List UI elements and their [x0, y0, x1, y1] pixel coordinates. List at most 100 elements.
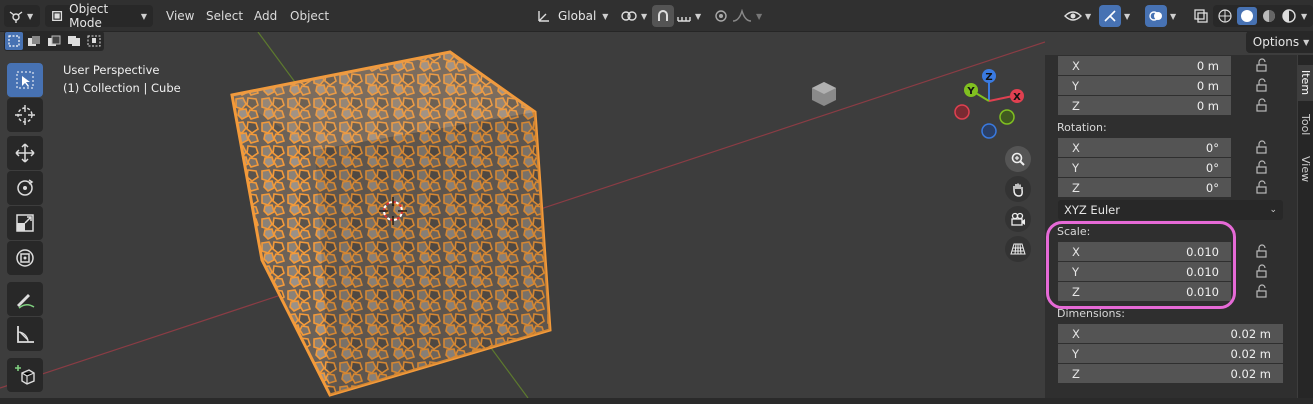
lock-scale-z-icon[interactable] — [1255, 284, 1269, 298]
chevron-down-icon[interactable]: ▼ — [1301, 12, 1307, 21]
rotate-icon — [17, 179, 34, 196]
rotation-z-field[interactable]: Z 0° — [1058, 178, 1231, 197]
mode-selector[interactable]: Object Mode ▼ — [45, 2, 153, 30]
tab-tool[interactable]: Tool — [1298, 107, 1313, 143]
add-cube-tool[interactable] — [7, 358, 43, 392]
chevron-down-icon: ▼ — [1303, 37, 1310, 47]
axis-label: Y — [1072, 346, 1080, 361]
lock-rotation-y-icon[interactable] — [1255, 160, 1269, 174]
select-box-icon — [16, 71, 34, 89]
field-value: 0° — [1205, 180, 1219, 195]
location-y-field[interactable]: Y 0 m — [1058, 76, 1231, 95]
lock-scale-y-icon[interactable] — [1255, 264, 1269, 278]
chevron-down-icon[interactable]: ▼ — [1170, 5, 1176, 27]
zoom-button[interactable] — [1005, 146, 1031, 172]
camera-icon — [1011, 212, 1025, 226]
chevron-down-icon: ▼ — [1085, 11, 1092, 21]
measure-icon — [17, 326, 34, 343]
rotation-section-label: Rotation: — [1057, 121, 1107, 134]
measure-tool[interactable] — [7, 317, 43, 351]
lock-rotation-x-icon[interactable] — [1255, 140, 1269, 154]
lock-location-z-icon[interactable] — [1255, 98, 1269, 112]
field-value: 0.02 m — [1230, 326, 1271, 341]
select-box-tool[interactable] — [7, 63, 43, 97]
menu-select[interactable]: Select — [200, 5, 249, 27]
select-intersect-button[interactable] — [85, 32, 103, 50]
axis-label: X — [1072, 140, 1080, 155]
select-new-button[interactable] — [5, 32, 23, 50]
dimensions-section-label: Dimensions: — [1057, 307, 1125, 320]
scale-tool[interactable] — [7, 206, 43, 240]
select-intersect-icon — [87, 35, 101, 47]
axis-label: Z — [1072, 366, 1080, 381]
dimensions-y-field[interactable]: Y 0.02 m — [1058, 344, 1283, 363]
select-new-icon — [8, 35, 20, 47]
visibility-selector[interactable]: ▼ — [1064, 5, 1091, 27]
chevron-down-icon[interactable]: ▼ — [1124, 5, 1130, 27]
rotation-x-field[interactable]: X 0° — [1058, 138, 1231, 157]
menu-view[interactable]: View — [160, 5, 200, 27]
selected-cube-mesh[interactable] — [230, 50, 552, 397]
chevron-down-icon: ▼ — [27, 11, 34, 21]
proportional-editing[interactable]: ▼ — [714, 5, 762, 27]
tab-item[interactable]: Item — [1298, 65, 1313, 101]
transform-icon — [16, 249, 34, 267]
pan-button[interactable] — [1005, 176, 1031, 202]
move-tool[interactable] — [7, 136, 43, 170]
pivot-point-selector[interactable]: ▼ — [620, 5, 647, 27]
rotation-mode-dropdown[interactable]: XYZ Euler ⌄ — [1058, 200, 1283, 220]
move-icon — [15, 143, 35, 163]
gizmo-toggle[interactable] — [1099, 5, 1121, 27]
select-invert-button[interactable] — [65, 32, 83, 50]
light-object[interactable] — [812, 82, 836, 106]
options-dropdown[interactable]: Options ▼ — [1246, 31, 1313, 53]
field-value: 0 m — [1196, 58, 1219, 73]
field-value: 0 m — [1196, 98, 1219, 113]
perspective-toggle-button[interactable] — [1005, 236, 1031, 262]
annotate-tool[interactable] — [7, 282, 43, 316]
add-cube-icon — [15, 365, 35, 385]
axis-label: Y — [1072, 78, 1080, 93]
chevron-down-icon: ▼ — [756, 11, 763, 21]
lock-rotation-z-icon[interactable] — [1255, 180, 1269, 194]
transform-tool[interactable] — [7, 241, 43, 275]
lock-location-x-icon[interactable] — [1255, 58, 1269, 72]
material-preview-icon[interactable] — [1261, 8, 1277, 24]
cursor-tool[interactable] — [7, 98, 43, 132]
lock-location-y-icon[interactable] — [1255, 78, 1269, 92]
rotate-tool[interactable] — [7, 171, 43, 205]
select-subtract-button[interactable] — [45, 32, 63, 50]
snap-toggle[interactable] — [652, 5, 674, 27]
3d-viewport-icon — [9, 11, 23, 23]
dimensions-x-field[interactable]: X 0.02 m — [1058, 324, 1283, 343]
rendered-shading-icon[interactable] — [1281, 8, 1297, 24]
object-mode-icon — [52, 11, 63, 21]
solid-shading-icon — [1241, 10, 1253, 22]
xray-icon — [1194, 9, 1208, 23]
location-x-field[interactable]: X 0 m — [1058, 56, 1231, 75]
location-z-field[interactable]: Z 0 m — [1058, 96, 1231, 115]
dimensions-z-field[interactable]: Z 0.02 m — [1058, 364, 1283, 383]
select-extend-button[interactable] — [25, 32, 43, 50]
perspective-label: User Perspective — [63, 63, 160, 77]
transform-orientation-selector[interactable]: Global ▼ — [536, 5, 608, 27]
gizmo-z-label: Z — [985, 72, 992, 83]
wireframe-shading-icon[interactable] — [1217, 8, 1233, 24]
camera-view-button[interactable] — [1005, 206, 1031, 232]
rotation-y-field[interactable]: Y 0° — [1058, 158, 1231, 177]
overlays-toggle[interactable] — [1145, 5, 1167, 27]
eye-icon — [1064, 11, 1082, 21]
lock-scale-x-icon[interactable] — [1255, 244, 1269, 258]
menu-object[interactable]: Object — [284, 5, 335, 27]
mode-label: Object Mode — [69, 2, 109, 30]
editor-type-selector[interactable]: ▼ — [4, 5, 40, 27]
menu-add[interactable]: Add — [248, 5, 283, 27]
solid-shading-button[interactable] — [1237, 7, 1257, 25]
gizmo-icon — [1104, 10, 1116, 22]
tab-view[interactable]: View — [1298, 151, 1313, 187]
rotation-mode-label: XYZ Euler — [1064, 203, 1120, 217]
xray-toggle[interactable] — [1192, 5, 1210, 27]
selection-mode-group — [4, 31, 104, 51]
snap-target-selector[interactable]: ▼ — [676, 5, 701, 27]
axis-label: Z — [1072, 98, 1080, 113]
